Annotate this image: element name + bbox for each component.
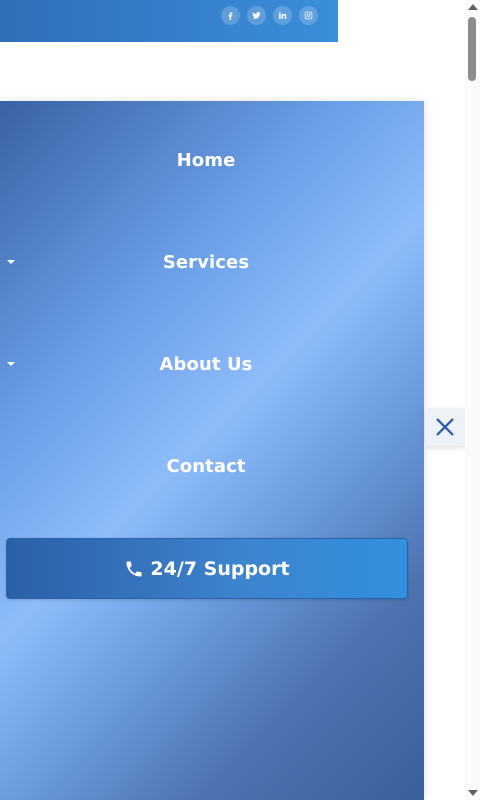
page: Home Services About Us Contact 24/7 Supp… <box>0 0 480 800</box>
top-header-bar <box>0 0 338 42</box>
scroll-down-icon[interactable] <box>468 790 478 796</box>
menu-item-label: Services <box>162 251 250 273</box>
instagram-link[interactable] <box>299 6 318 25</box>
instagram-icon <box>304 11 313 20</box>
scrollbar-thumb[interactable] <box>468 17 476 81</box>
menu-item-contact[interactable]: Contact <box>0 446 412 486</box>
twitter-link[interactable] <box>247 6 266 25</box>
menu-item-label: Home <box>176 149 236 171</box>
menu-item-label: Contact <box>166 455 246 477</box>
facebook-link[interactable] <box>221 6 240 25</box>
support-button-label: 24/7 Support <box>150 557 290 580</box>
close-menu-button[interactable] <box>425 408 465 446</box>
mobile-menu-panel: Home Services About Us Contact 24/7 Supp… <box>0 101 424 800</box>
menu-item-about-us[interactable]: About Us <box>0 344 412 384</box>
chevron-down-icon[interactable] <box>7 362 15 366</box>
phone-icon <box>126 561 142 576</box>
vertical-scrollbar[interactable] <box>465 0 480 800</box>
support-button[interactable]: 24/7 Support <box>6 538 408 599</box>
linkedin-icon <box>279 11 287 19</box>
twitter-icon <box>252 12 261 19</box>
chevron-down-icon[interactable] <box>7 260 15 264</box>
scroll-up-icon[interactable] <box>468 4 478 10</box>
menu-item-services[interactable]: Services <box>0 242 412 282</box>
menu-item-label: About Us <box>159 353 253 375</box>
facebook-icon <box>228 12 233 20</box>
social-links <box>221 6 318 25</box>
close-icon <box>436 418 454 436</box>
menu-item-home[interactable]: Home <box>0 140 412 180</box>
linkedin-link[interactable] <box>273 6 292 25</box>
